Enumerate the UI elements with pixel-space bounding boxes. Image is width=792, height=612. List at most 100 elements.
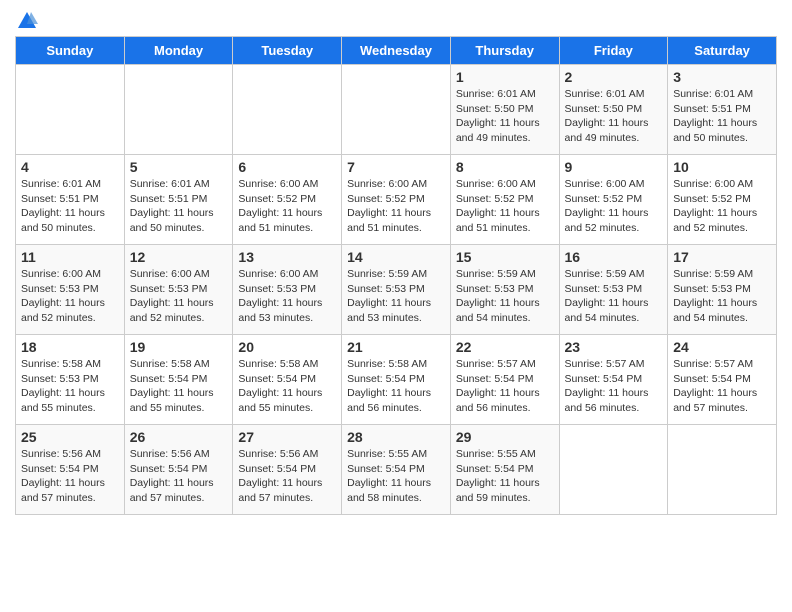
day-number: 16 xyxy=(565,249,663,265)
day-detail: Sunrise: 5:55 AM Sunset: 5:54 PM Dayligh… xyxy=(347,447,445,506)
day-cell: 6 Sunrise: 6:00 AM Sunset: 5:52 PM Daylig… xyxy=(233,155,342,245)
column-header-wednesday: Wednesday xyxy=(342,37,451,65)
day-cell: 1 Sunrise: 6:01 AM Sunset: 5:50 PM Daylig… xyxy=(450,65,559,155)
day-detail: Sunrise: 6:01 AM Sunset: 5:51 PM Dayligh… xyxy=(21,177,119,236)
day-cell xyxy=(233,65,342,155)
day-number: 25 xyxy=(21,429,119,445)
day-cell: 17 Sunrise: 5:59 AM Sunset: 5:53 PM Dayli… xyxy=(668,245,777,335)
day-cell xyxy=(16,65,125,155)
day-number: 14 xyxy=(347,249,445,265)
day-cell xyxy=(342,65,451,155)
day-cell: 14 Sunrise: 5:59 AM Sunset: 5:53 PM Dayli… xyxy=(342,245,451,335)
day-cell: 12Sunrise: 6:00 AM Sunset: 5:53 PM Dayli… xyxy=(124,245,233,335)
day-number: 12 xyxy=(130,249,228,265)
day-number: 13 xyxy=(238,249,336,265)
day-number: 10 xyxy=(673,159,771,175)
day-number: 19 xyxy=(130,339,228,355)
day-detail: Sunrise: 6:00 AM Sunset: 5:52 PM Dayligh… xyxy=(673,177,771,236)
day-detail: Sunrise: 5:58 AM Sunset: 5:54 PM Dayligh… xyxy=(238,357,336,416)
column-header-sunday: Sunday xyxy=(16,37,125,65)
day-number: 24 xyxy=(673,339,771,355)
column-header-saturday: Saturday xyxy=(668,37,777,65)
day-number: 9 xyxy=(565,159,663,175)
logo-text xyxy=(15,10,39,28)
day-detail: Sunrise: 5:56 AM Sunset: 5:54 PM Dayligh… xyxy=(238,447,336,506)
day-detail: Sunrise: 6:00 AM Sunset: 5:52 PM Dayligh… xyxy=(238,177,336,236)
day-number: 1 xyxy=(456,69,554,85)
day-cell: 19 Sunrise: 5:58 AM Sunset: 5:54 PM Dayli… xyxy=(124,335,233,425)
day-number: 4 xyxy=(21,159,119,175)
day-cell: 24 Sunrise: 5:57 AM Sunset: 5:54 PM Dayli… xyxy=(668,335,777,425)
header-row: SundayMondayTuesdayWednesdayThursdayFrid… xyxy=(16,37,777,65)
day-cell: 2 Sunrise: 6:01 AM Sunset: 5:50 PM Daylig… xyxy=(559,65,668,155)
day-cell: 29 Sunrise: 5:55 AM Sunset: 5:54 PM Dayli… xyxy=(450,425,559,515)
calendar-table: SundayMondayTuesdayWednesdayThursdayFrid… xyxy=(15,36,777,515)
day-number: 28 xyxy=(347,429,445,445)
day-detail: Sunrise: 5:57 AM Sunset: 5:54 PM Dayligh… xyxy=(565,357,663,416)
column-header-friday: Friday xyxy=(559,37,668,65)
day-cell: 20Sunrise: 5:58 AM Sunset: 5:54 PM Dayli… xyxy=(233,335,342,425)
day-detail: Sunrise: 5:57 AM Sunset: 5:54 PM Dayligh… xyxy=(456,357,554,416)
day-cell: 13Sunrise: 6:00 AM Sunset: 5:53 PM Dayli… xyxy=(233,245,342,335)
day-cell xyxy=(668,425,777,515)
day-detail: Sunrise: 6:00 AM Sunset: 5:52 PM Dayligh… xyxy=(347,177,445,236)
day-detail: Sunrise: 5:57 AM Sunset: 5:54 PM Dayligh… xyxy=(673,357,771,416)
day-number: 23 xyxy=(565,339,663,355)
day-cell: 27 Sunrise: 5:56 AM Sunset: 5:54 PM Dayli… xyxy=(233,425,342,515)
day-detail: Sunrise: 6:01 AM Sunset: 5:51 PM Dayligh… xyxy=(130,177,228,236)
day-number: 27 xyxy=(238,429,336,445)
day-cell: 4 Sunrise: 6:01 AM Sunset: 5:51 PM Daylig… xyxy=(16,155,125,245)
day-cell: 28 Sunrise: 5:55 AM Sunset: 5:54 PM Dayli… xyxy=(342,425,451,515)
day-number: 3 xyxy=(673,69,771,85)
day-number: 26 xyxy=(130,429,228,445)
day-number: 18 xyxy=(21,339,119,355)
day-detail: Sunrise: 5:56 AM Sunset: 5:54 PM Dayligh… xyxy=(21,447,119,506)
day-cell: 5Sunrise: 6:01 AM Sunset: 5:51 PM Daylig… xyxy=(124,155,233,245)
day-cell: 8 Sunrise: 6:00 AM Sunset: 5:52 PM Daylig… xyxy=(450,155,559,245)
day-number: 6 xyxy=(238,159,336,175)
day-detail: Sunrise: 6:00 AM Sunset: 5:53 PM Dayligh… xyxy=(21,267,119,326)
day-detail: Sunrise: 5:59 AM Sunset: 5:53 PM Dayligh… xyxy=(347,267,445,326)
day-cell: 3 Sunrise: 6:01 AM Sunset: 5:51 PM Daylig… xyxy=(668,65,777,155)
day-number: 11 xyxy=(21,249,119,265)
day-detail: Sunrise: 6:01 AM Sunset: 5:50 PM Dayligh… xyxy=(565,87,663,146)
day-detail: Sunrise: 6:00 AM Sunset: 5:52 PM Dayligh… xyxy=(456,177,554,236)
day-number: 7 xyxy=(347,159,445,175)
day-cell: 10 Sunrise: 6:00 AM Sunset: 5:52 PM Dayli… xyxy=(668,155,777,245)
day-cell xyxy=(124,65,233,155)
week-row-1: 1 Sunrise: 6:01 AM Sunset: 5:50 PM Daylig… xyxy=(16,65,777,155)
day-cell: 7 Sunrise: 6:00 AM Sunset: 5:52 PM Daylig… xyxy=(342,155,451,245)
day-cell: 26 Sunrise: 5:56 AM Sunset: 5:54 PM Dayli… xyxy=(124,425,233,515)
week-row-5: 25 Sunrise: 5:56 AM Sunset: 5:54 PM Dayli… xyxy=(16,425,777,515)
column-header-monday: Monday xyxy=(124,37,233,65)
week-row-3: 11 Sunrise: 6:00 AM Sunset: 5:53 PM Dayli… xyxy=(16,245,777,335)
logo xyxy=(15,10,39,28)
day-detail: Sunrise: 5:58 AM Sunset: 5:54 PM Dayligh… xyxy=(347,357,445,416)
column-header-tuesday: Tuesday xyxy=(233,37,342,65)
day-number: 29 xyxy=(456,429,554,445)
day-number: 17 xyxy=(673,249,771,265)
day-cell: 9 Sunrise: 6:00 AM Sunset: 5:52 PM Daylig… xyxy=(559,155,668,245)
day-detail: Sunrise: 5:59 AM Sunset: 5:53 PM Dayligh… xyxy=(456,267,554,326)
day-detail: Sunrise: 6:00 AM Sunset: 5:52 PM Dayligh… xyxy=(565,177,663,236)
column-header-thursday: Thursday xyxy=(450,37,559,65)
day-detail: Sunrise: 5:55 AM Sunset: 5:54 PM Dayligh… xyxy=(456,447,554,506)
day-detail: Sunrise: 5:58 AM Sunset: 5:53 PM Dayligh… xyxy=(21,357,119,416)
day-detail: Sunrise: 5:59 AM Sunset: 5:53 PM Dayligh… xyxy=(673,267,771,326)
day-number: 2 xyxy=(565,69,663,85)
week-row-4: 18 Sunrise: 5:58 AM Sunset: 5:53 PM Dayli… xyxy=(16,335,777,425)
day-cell: 23 Sunrise: 5:57 AM Sunset: 5:54 PM Dayli… xyxy=(559,335,668,425)
day-detail: Sunrise: 5:58 AM Sunset: 5:54 PM Dayligh… xyxy=(130,357,228,416)
logo-icon xyxy=(16,10,38,32)
day-detail: Sunrise: 5:59 AM Sunset: 5:53 PM Dayligh… xyxy=(565,267,663,326)
day-cell xyxy=(559,425,668,515)
day-detail: Sunrise: 6:01 AM Sunset: 5:51 PM Dayligh… xyxy=(673,87,771,146)
day-number: 21 xyxy=(347,339,445,355)
day-number: 15 xyxy=(456,249,554,265)
header xyxy=(15,10,777,28)
day-detail: Sunrise: 6:01 AM Sunset: 5:50 PM Dayligh… xyxy=(456,87,554,146)
day-cell: 25 Sunrise: 5:56 AM Sunset: 5:54 PM Dayli… xyxy=(16,425,125,515)
day-detail: Sunrise: 5:56 AM Sunset: 5:54 PM Dayligh… xyxy=(130,447,228,506)
day-number: 8 xyxy=(456,159,554,175)
day-cell: 18 Sunrise: 5:58 AM Sunset: 5:53 PM Dayli… xyxy=(16,335,125,425)
